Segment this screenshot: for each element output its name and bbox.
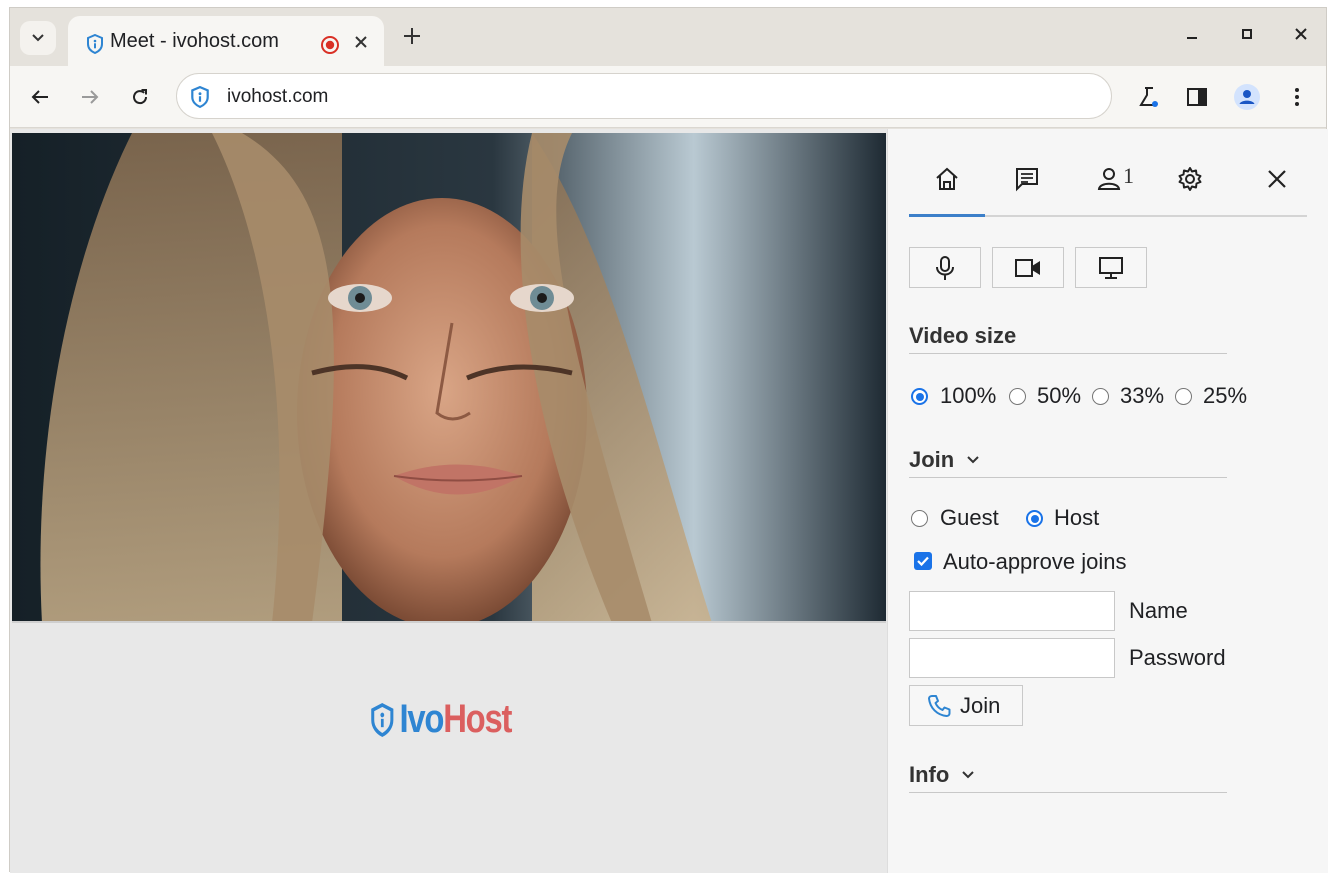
screen-share-button[interactable] xyxy=(1075,247,1147,288)
role-guest-label: Guest xyxy=(940,505,999,530)
auto-approve-label: Auto-approve joins xyxy=(943,549,1127,574)
chevron-down-icon xyxy=(32,34,44,42)
video-size-50-label: 50% xyxy=(1037,383,1082,408)
role-host-label: Host xyxy=(1054,505,1100,530)
shield-icon xyxy=(86,33,104,59)
browser-menu-icon[interactable] xyxy=(1284,84,1310,110)
brand-name-part2: Host xyxy=(443,697,512,741)
tab-settings[interactable] xyxy=(1152,165,1228,215)
window-close-icon[interactable] xyxy=(1293,26,1309,47)
gear-icon xyxy=(1178,167,1202,191)
microphone-icon xyxy=(936,255,954,280)
close-icon xyxy=(1268,170,1286,188)
tab-participants[interactable] xyxy=(1071,165,1147,215)
tab-chat[interactable] xyxy=(989,165,1065,215)
video-feed[interactable] xyxy=(12,133,886,623)
maximize-icon[interactable] xyxy=(1239,26,1255,47)
video-frame-image xyxy=(12,133,886,621)
person-icon xyxy=(1097,168,1121,190)
chevron-down-icon xyxy=(967,456,979,464)
participants-count-badge: 1 xyxy=(1123,163,1134,188)
side-panel-icon[interactable] xyxy=(1184,84,1210,110)
close-panel-button[interactable] xyxy=(1239,165,1315,215)
new-tab-icon[interactable] xyxy=(402,26,422,51)
shield-logo-icon xyxy=(371,702,394,737)
home-icon xyxy=(936,167,958,190)
divider xyxy=(909,353,1227,354)
page-content: Ivo Host 1 Video size 100% 50% 33% 25% J… xyxy=(10,129,1328,873)
divider xyxy=(909,477,1227,478)
address-bar[interactable]: ivohost.com xyxy=(176,73,1112,119)
camera-button[interactable] xyxy=(992,247,1064,288)
info-heading: Info xyxy=(909,762,950,787)
brand-name-part1: Ivo xyxy=(399,697,445,741)
tab-title: Meet - ivohost.com xyxy=(110,30,279,52)
role-guest-radio[interactable] xyxy=(911,510,928,527)
video-size-25-label: 25% xyxy=(1203,383,1248,408)
video-size-25-radio[interactable] xyxy=(1175,388,1192,405)
panel-tabs: 1 xyxy=(909,147,1307,217)
video-area: Ivo Host xyxy=(10,129,887,873)
tab-meet[interactable]: Meet - ivohost.com xyxy=(68,16,384,66)
recording-icon xyxy=(320,35,340,60)
join-button-label: Join xyxy=(960,692,1001,718)
profile-avatar-icon[interactable] xyxy=(1234,84,1260,110)
name-input[interactable] xyxy=(909,591,1115,631)
labs-flask-icon[interactable] xyxy=(1136,84,1162,110)
video-size-50-radio[interactable] xyxy=(1009,388,1026,405)
video-camera-icon xyxy=(1015,258,1040,277)
password-input[interactable] xyxy=(909,638,1115,678)
forward-icon[interactable] xyxy=(77,84,103,110)
video-size-heading: Video size xyxy=(909,323,1017,348)
reload-icon[interactable] xyxy=(127,84,153,110)
name-label: Name xyxy=(1129,598,1188,623)
video-size-33-radio[interactable] xyxy=(1092,388,1109,405)
divider xyxy=(909,792,1227,793)
tab-strip: Meet - ivohost.com xyxy=(10,8,1326,66)
browser-toolbar: ivohost.com xyxy=(10,66,1326,128)
join-section-toggle[interactable]: Join xyxy=(909,447,980,473)
browser-window: Meet - ivohost.com ivohost.com Ivo Host … xyxy=(9,7,1328,873)
minimize-icon[interactable] xyxy=(1184,26,1200,47)
video-size-100-label: 100% xyxy=(940,383,997,408)
role-host-radio[interactable] xyxy=(1026,510,1043,527)
chevron-down-icon xyxy=(962,771,975,779)
tab-search-button[interactable] xyxy=(20,21,56,55)
join-heading: Join xyxy=(909,447,955,472)
auto-approve-checkbox[interactable] xyxy=(914,552,932,570)
video-size-100-radio[interactable] xyxy=(911,388,928,405)
monitor-icon xyxy=(1099,256,1123,279)
join-button[interactable]: Join xyxy=(909,685,1023,726)
phone-icon xyxy=(928,694,951,717)
close-tab-icon[interactable] xyxy=(354,35,368,54)
microphone-button[interactable] xyxy=(909,247,981,288)
password-label: Password xyxy=(1129,645,1226,670)
checkmark-icon xyxy=(917,556,929,567)
url-text: ivohost.com xyxy=(227,86,329,107)
chat-icon xyxy=(1016,168,1038,192)
site-info-icon[interactable] xyxy=(190,85,210,113)
meeting-side-panel: 1 Video size 100% 50% 33% 25% Join Guest… xyxy=(887,129,1328,873)
ivohost-logo: Ivo Host xyxy=(370,697,512,742)
video-size-33-label: 33% xyxy=(1120,383,1165,408)
info-section-toggle[interactable]: Info xyxy=(909,762,975,788)
tab-home[interactable] xyxy=(909,165,985,217)
back-icon[interactable] xyxy=(27,84,53,110)
